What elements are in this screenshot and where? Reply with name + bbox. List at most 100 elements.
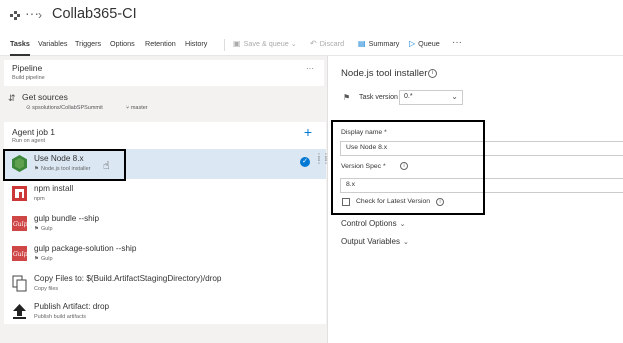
control-options-section[interactable]: Control Options ⌄ (341, 219, 405, 228)
flag-icon: ⚑ (34, 256, 39, 262)
flag-icon: ⚑ (34, 166, 39, 172)
task-type: Copy files (34, 286, 59, 292)
source-code-icon: ⇵ (8, 93, 16, 103)
task-type: Publish build artifacts (34, 314, 86, 320)
task-publish-artifact[interactable]: Publish Artifact: drop Publish build art… (4, 297, 326, 327)
queue-label: Queue (418, 39, 440, 48)
save-queue-label: Save & queue (243, 39, 289, 48)
more-breadcrumb-icon[interactable]: ··· (25, 5, 39, 21)
pipeline-name[interactable]: Collab365-CI (52, 6, 137, 22)
node-icon (12, 155, 27, 172)
flag-icon: ⚑ (34, 226, 39, 232)
save-queue-button[interactable]: ▣ Save & queue ⌄ (233, 39, 297, 48)
svg-text:Gulp: Gulp (13, 251, 27, 258)
tab-options[interactable]: Options (110, 39, 135, 48)
agent-job-card: Agent job 1 Run on agent + Use Node 8.x … (4, 122, 330, 327)
task-type: npm (34, 196, 45, 202)
tab-tasks[interactable]: Tasks (10, 39, 30, 48)
task-details-title: Node.js tool installer (341, 68, 428, 79)
chevron-down-icon: ⌄ (403, 239, 409, 246)
pipeline-subtitle: Build pipeline (12, 75, 45, 81)
publish-icon (13, 304, 26, 319)
summary-label: Summary (368, 39, 400, 48)
task-type-label: Gulp (40, 226, 53, 232)
task-type: ⚑ Node.js tool installer (34, 166, 90, 172)
task-gulp-bundle[interactable]: Gulp gulp bundle --ship ⚑ Gulp (4, 209, 326, 239)
top-bar: ··· › Collab365-CI (0, 0, 623, 32)
info-icon[interactable]: i (400, 162, 408, 170)
gulp-icon: Gulp (12, 216, 27, 231)
pipelines-icon (10, 11, 20, 20)
tab-triggers[interactable]: Triggers (75, 39, 101, 48)
tab-variables[interactable]: Variables (38, 39, 67, 48)
add-task-icon[interactable]: + (304, 124, 312, 140)
chevron-down-icon: ⌄ (451, 92, 458, 101)
chevron-down-icon: ⌄ (290, 39, 297, 48)
mouse-cursor-icon: ☝ (103, 160, 110, 172)
toolbar-divider (224, 39, 225, 51)
npm-icon (12, 186, 27, 201)
tab-retention[interactable]: Retention (145, 39, 176, 48)
svg-text:Gulp: Gulp (13, 221, 27, 228)
task-name: Publish Artifact: drop (34, 302, 110, 311)
flag-icon: ⚑ (343, 93, 351, 102)
pipeline-more-icon[interactable]: ··· (306, 64, 314, 73)
task-version-value: 0.* (404, 93, 413, 100)
display-name-field[interactable]: Use Node 8.x (340, 141, 623, 156)
version-spec-label: Version Spec * (341, 163, 386, 170)
chevron-down-icon: ⌄ (399, 221, 406, 228)
task-gulp-package[interactable]: Gulp gulp package-solution --ship ⚑ Gulp (4, 239, 326, 269)
task-name: npm install (34, 184, 74, 193)
task-type: ⚑ Gulp (34, 256, 53, 262)
enabled-check-icon[interactable]: ✓ (300, 157, 310, 167)
tab-history[interactable]: History (185, 39, 207, 48)
check-latest-label: Check for Latest Version (356, 198, 431, 205)
get-sources-title: Get sources (22, 92, 68, 102)
play-icon: ▷ (409, 39, 416, 48)
summary-button[interactable]: ▤ Summary (358, 39, 399, 48)
task-type: ⚑ Gulp (34, 226, 53, 232)
info-icon[interactable]: i (436, 198, 444, 206)
task-use-node[interactable]: Use Node 8.x ⚑ Node.js tool installer ☝ ✓… (4, 149, 330, 179)
version-spec-value: 8.x (346, 181, 356, 188)
task-copy-files[interactable]: Copy Files to: $(Build.ArtifactStagingDi… (4, 269, 326, 299)
discard-label: Discard (319, 39, 345, 48)
control-options-label: Control Options (341, 219, 397, 228)
task-name: Copy Files to: $(Build.ArtifactStagingDi… (34, 274, 222, 283)
agent-job-subtitle: Run on agent (12, 138, 46, 144)
task-details-pane: Node.js tool installer i ⚑ Task version … (328, 56, 623, 343)
check-latest-checkbox[interactable] (342, 198, 350, 206)
task-name: gulp bundle --ship (34, 214, 100, 223)
repository-label: spsolutions/CollabSPSummit (32, 105, 103, 111)
task-version-label: Task version (359, 94, 398, 101)
task-npm-install[interactable]: npm install npm (4, 179, 326, 209)
branch-name: ⑂ master (126, 105, 148, 111)
tabs-toolbar: Tasks Variables Triggers Options Retenti… (0, 34, 623, 56)
discard-button[interactable]: ↶ Discard (310, 39, 344, 48)
version-spec-field[interactable]: 8.x (340, 178, 623, 193)
pipeline-tasks-pane: Pipeline Build pipeline ··· ⇵ Get source… (0, 56, 330, 343)
pipeline-item[interactable]: Pipeline Build pipeline ··· (4, 60, 324, 86)
pipeline-title: Pipeline (12, 63, 43, 73)
task-name: gulp package-solution --ship (34, 244, 137, 253)
branch-label: master (130, 105, 148, 111)
output-variables-label: Output Variables (341, 237, 400, 246)
display-name-label: Display name * (341, 129, 387, 136)
task-type-label: Node.js tool installer (40, 166, 91, 172)
more-actions-icon[interactable]: ··· (452, 37, 462, 48)
chevron-right-icon: › (38, 8, 42, 22)
task-version-dropdown[interactable]: 0.* ⌄ (399, 90, 463, 105)
summary-icon: ▤ (358, 39, 366, 48)
task-type-label: Gulp (40, 256, 53, 262)
task-name: Use Node 8.x (34, 154, 84, 163)
display-name-value: Use Node 8.x (346, 144, 388, 151)
info-icon[interactable]: i (428, 69, 437, 78)
gulp-icon: Gulp (12, 246, 27, 261)
queue-button[interactable]: ▷ Queue (409, 39, 440, 48)
undo-icon: ↶ (310, 39, 317, 48)
save-icon: ▣ (233, 39, 241, 48)
get-sources-item[interactable]: ⇵ Get sources ⊙ spsolutions/CollabSPSumm… (4, 90, 324, 116)
agent-job-title[interactable]: Agent job 1 (12, 127, 55, 137)
output-variables-section[interactable]: Output Variables ⌄ (341, 237, 409, 246)
repository-name: ⊙ spsolutions/CollabSPSummit (26, 105, 103, 111)
